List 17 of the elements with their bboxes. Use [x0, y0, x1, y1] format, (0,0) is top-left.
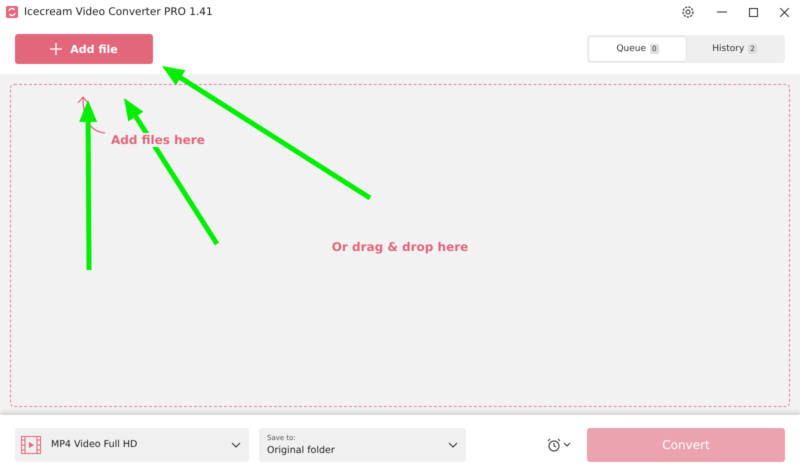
app-logo-icon	[6, 6, 18, 18]
alarm-clock-icon	[547, 438, 561, 452]
film-icon	[21, 436, 41, 454]
chevron-down-icon	[231, 442, 241, 448]
close-icon[interactable]	[780, 8, 789, 16]
chevron-down-icon	[563, 442, 571, 447]
drop-hint: Add files here	[111, 133, 205, 147]
drop-message: Or drag & drop here	[332, 238, 468, 254]
format-value: MP4 Video Full HD	[51, 439, 138, 450]
schedule-button[interactable]	[547, 438, 571, 452]
plus-icon	[50, 43, 62, 55]
maximize-icon[interactable]	[749, 8, 758, 16]
settings-icon[interactable]	[681, 5, 695, 19]
chevron-down-icon	[448, 442, 458, 448]
save-value: Original folder	[267, 444, 336, 456]
window-title: Icecream Video Converter PRO 1.41	[24, 6, 213, 18]
format-dropdown[interactable]: MP4 Video Full HD	[15, 428, 249, 462]
